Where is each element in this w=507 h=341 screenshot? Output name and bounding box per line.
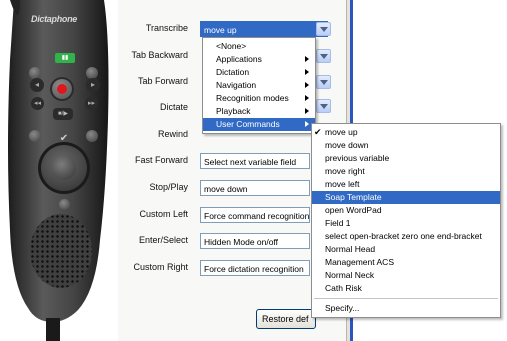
fast-forward-select[interactable]: Select next variable field [200, 153, 310, 169]
label-enter-select: Enter/Select [138, 235, 188, 245]
user-commands-menu: ✔ move up move down previous variable mov… [311, 123, 501, 318]
tab-forward-dropdown-button[interactable] [316, 75, 331, 89]
rewind-icon[interactable]: ◂◂ [31, 97, 44, 110]
record-button[interactable] [50, 77, 74, 101]
label-custom-left: Custom Left [139, 209, 188, 219]
menu-item-select-bracket[interactable]: select open-bracket zero one end-bracket [312, 230, 500, 243]
right-arrow-icon[interactable]: ▸ [86, 78, 100, 92]
label-stop-play: Stop/Play [149, 182, 188, 192]
dictaphone-device: Dictaphone ▮▮ ◂ ▸ ◂◂ ▸▸ ■/▶ ✔ [0, 0, 118, 341]
menu-item-normal-head[interactable]: Normal Head [312, 243, 500, 256]
custom-left-select[interactable]: Force command recognition [200, 207, 310, 223]
menu-item-soap-template[interactable]: Soap Template [312, 191, 500, 204]
menu-item-open-wordpad[interactable]: open WordPad [312, 204, 500, 217]
submenu-arrow-icon [305, 82, 309, 88]
menu-item-move-right[interactable]: move right [312, 165, 500, 178]
menu-item-navigation[interactable]: Navigation [203, 79, 315, 92]
side-button-left[interactable] [29, 130, 41, 142]
menu-item-field-1[interactable]: Field 1 [312, 217, 500, 230]
menu-item-move-down[interactable]: move down [312, 139, 500, 152]
label-dictate: Dictate [159, 102, 188, 112]
submenu-arrow-icon [305, 121, 309, 127]
category-menu: <None> Applications Dictation Navigation… [202, 37, 316, 134]
transcribe-dropdown-button[interactable] [316, 22, 331, 36]
menu-item-move-up[interactable]: ✔ move up [312, 126, 500, 139]
transcribe-select[interactable]: move up [200, 21, 328, 37]
menu-separator [314, 298, 498, 299]
custom-right-select[interactable]: Force dictation recognition [200, 260, 310, 276]
left-arrow-icon[interactable]: ◂ [30, 78, 44, 92]
submenu-arrow-icon [305, 95, 309, 101]
menu-item-normal-neck[interactable]: Normal Neck [312, 269, 500, 282]
stop-play-select[interactable]: move down [200, 180, 310, 196]
label-tab-forward: Tab Forward [137, 76, 188, 86]
dictate-dropdown-button[interactable] [316, 99, 331, 113]
label-tab-backward: Tab Backward [131, 50, 188, 60]
speaker-grille [30, 214, 92, 288]
brand-logo: Dictaphone [31, 14, 78, 24]
menu-item-playback[interactable]: Playback [203, 105, 315, 118]
menu-item-cath-risk[interactable]: Cath Risk [312, 282, 500, 295]
record-icon [57, 84, 67, 94]
check-icon: ✔ [314, 127, 322, 137]
side-button-right[interactable] [86, 130, 98, 142]
label-rewind: Rewind [157, 129, 188, 139]
label-custom-right: Custom Right [133, 262, 188, 272]
label-fast-forward: Fast Forward [134, 155, 188, 165]
menu-item-move-left[interactable]: move left [312, 178, 500, 191]
stop-play-button[interactable]: ■/▶ [53, 108, 73, 120]
enter-select-select[interactable]: Hidden Mode on/off [200, 233, 310, 249]
restore-defaults-button[interactable]: Restore def [256, 309, 316, 329]
led-indicator: ▮▮ [55, 53, 75, 63]
trackball-ring[interactable] [38, 142, 90, 194]
menu-item-specify[interactable]: Specify... [312, 302, 500, 315]
label-transcribe: Transcribe [145, 23, 188, 33]
submenu-arrow-icon [305, 108, 309, 114]
lower-button[interactable] [59, 199, 70, 210]
menu-item-dictation[interactable]: Dictation [203, 66, 315, 79]
fast-forward-icon[interactable]: ▸▸ [85, 97, 98, 110]
menu-item-recognition-modes[interactable]: Recognition modes [203, 92, 315, 105]
submenu-arrow-icon [305, 56, 309, 62]
trackball-center [52, 156, 76, 180]
submenu-arrow-icon [305, 69, 309, 75]
menu-item-none[interactable]: <None> [203, 40, 315, 53]
menu-item-previous-variable[interactable]: previous variable [312, 152, 500, 165]
tab-backward-dropdown-button[interactable] [316, 49, 331, 63]
menu-item-applications[interactable]: Applications [203, 53, 315, 66]
menu-item-user-commands[interactable]: User Commands [203, 118, 315, 131]
menu-item-management-acs[interactable]: Management ACS [312, 256, 500, 269]
